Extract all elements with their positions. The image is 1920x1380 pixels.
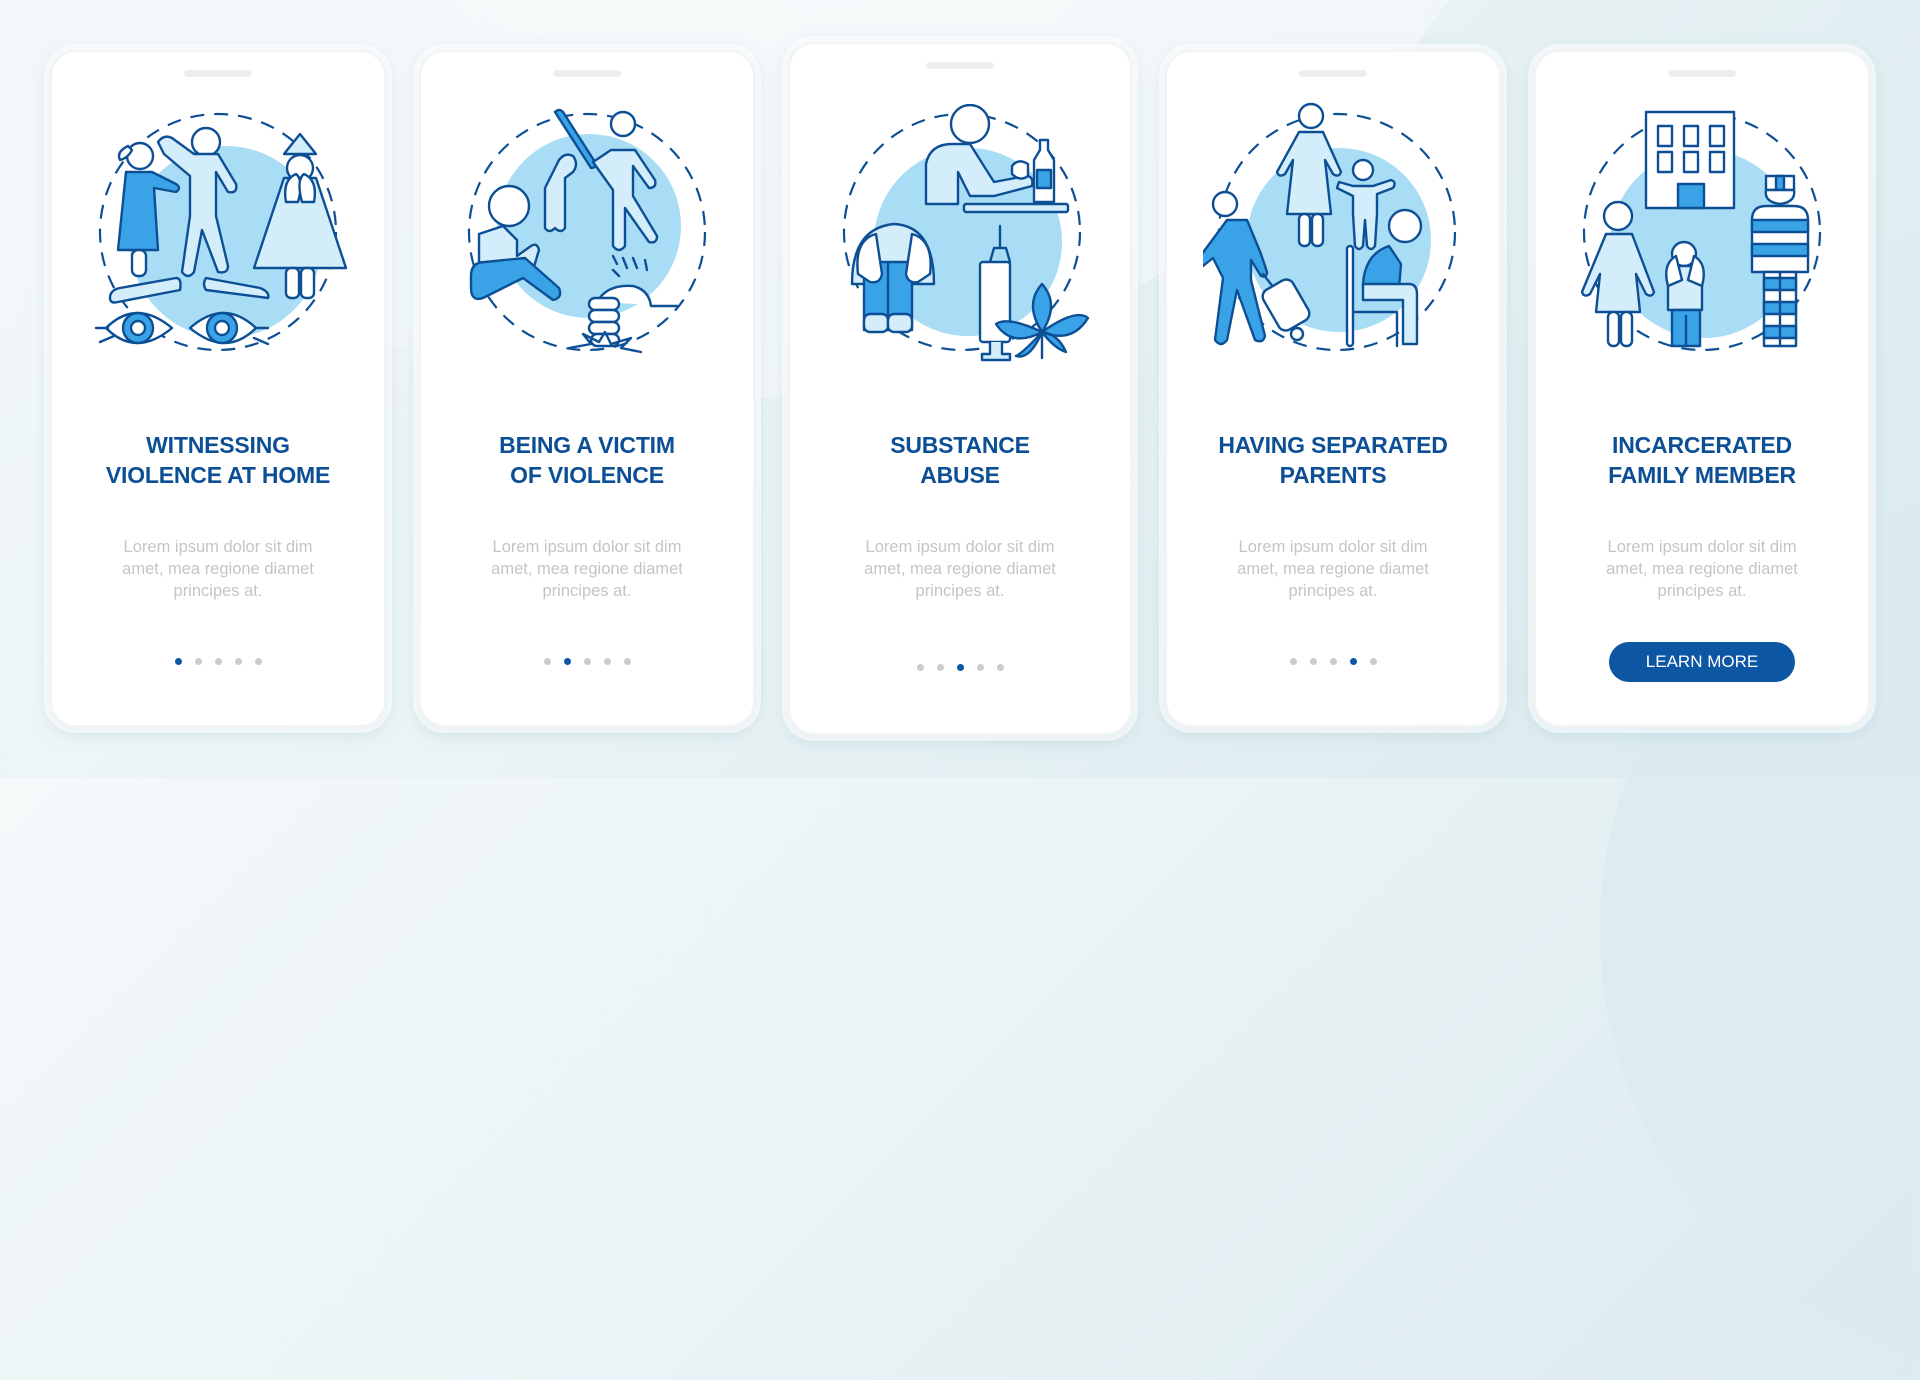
screen-description: Lorem ipsum dolor sit dim amet, mea regi… <box>864 538 1056 600</box>
screen-title: INCARCERATED FAMILY MEMBER <box>1536 430 1868 490</box>
page-dot[interactable] <box>1309 658 1317 665</box>
page-dot-active[interactable] <box>563 658 571 665</box>
page-dot[interactable] <box>996 664 1004 671</box>
screen-title: WITNESSING VIOLENCE AT HOME <box>52 430 384 490</box>
title-line-2: FAMILY MEMBER <box>1608 462 1796 488</box>
screen-title: SUBSTANCE ABUSE <box>790 430 1130 490</box>
witnessing-violence-illustration <box>94 112 348 352</box>
page-dot[interactable] <box>234 658 242 665</box>
screen-description: Lorem ipsum dolor sit dim amet, mea regi… <box>1606 538 1798 600</box>
page-dot[interactable] <box>543 658 551 665</box>
page-dot[interactable] <box>603 658 611 665</box>
onboarding-screen-1: WITNESSING VIOLENCE AT HOME Lorem ipsum … <box>50 50 386 727</box>
page-dot[interactable] <box>1369 658 1377 665</box>
title-line-2: VIOLENCE AT HOME <box>105 462 331 488</box>
phone-notch <box>553 70 621 77</box>
page-indicator <box>790 664 1130 671</box>
page-indicator <box>1167 658 1499 665</box>
phone-notch <box>926 62 994 69</box>
title-line-1: INCARCERATED <box>1612 432 1792 458</box>
page-dot[interactable] <box>194 658 202 665</box>
title-line-1: WITNESSING <box>146 432 290 458</box>
page-dot[interactable] <box>976 664 984 671</box>
title-line-2: PARENTS <box>1279 462 1387 488</box>
title-line-2: ABUSE <box>920 462 1000 488</box>
phone-notch <box>184 70 252 77</box>
onboarding-screen-4: HAVING SEPARATED PARENTS Lorem ipsum dol… <box>1165 50 1501 727</box>
page-dot[interactable] <box>1289 658 1297 665</box>
screen-title: BEING A VICTIM OF VIOLENCE <box>421 430 753 490</box>
learn-more-button[interactable]: LEARN MORE <box>1609 642 1795 682</box>
page-indicator <box>421 658 753 665</box>
page-dot[interactable] <box>936 664 944 671</box>
page-dot-active[interactable] <box>1349 658 1357 665</box>
page-dot[interactable] <box>214 658 222 665</box>
page-dot[interactable] <box>1329 658 1337 665</box>
page-dot-active[interactable] <box>956 664 964 671</box>
victim-of-violence-illustration <box>467 108 707 354</box>
incarcerated-family-member-illustration <box>1580 110 1822 352</box>
screen-description: Lorem ipsum dolor sit dim amet, mea regi… <box>1237 538 1429 600</box>
page-dot[interactable] <box>916 664 924 671</box>
title-line-1: SUBSTANCE <box>890 432 1030 458</box>
onboarding-screen-3: SUBSTANCE ABUSE Lorem ipsum dolor sit di… <box>788 42 1132 735</box>
phone-notch <box>1668 70 1736 77</box>
onboarding-screen-2: BEING A VICTIM OF VIOLENCE Lorem ipsum d… <box>419 50 755 727</box>
title-line-1: HAVING SEPARATED <box>1218 432 1448 458</box>
page-dot[interactable] <box>623 658 631 665</box>
substance-abuse-illustration <box>842 104 1090 362</box>
screen-title: HAVING SEPARATED PARENTS <box>1167 430 1499 490</box>
separated-parents-illustration <box>1203 102 1457 352</box>
onboarding-screen-5: INCARCERATED FAMILY MEMBER Lorem ipsum d… <box>1534 50 1870 727</box>
title-line-2: OF VIOLENCE <box>510 462 664 488</box>
page-dot-active[interactable] <box>174 658 182 665</box>
phone-notch <box>1299 70 1367 77</box>
screen-description: Lorem ipsum dolor sit dim amet, mea regi… <box>122 538 314 600</box>
screen-description: Lorem ipsum dolor sit dim amet, mea regi… <box>491 538 683 600</box>
page-indicator <box>52 658 384 665</box>
page-dot[interactable] <box>254 658 262 665</box>
title-line-1: BEING A VICTIM <box>499 432 675 458</box>
page-dot[interactable] <box>583 658 591 665</box>
